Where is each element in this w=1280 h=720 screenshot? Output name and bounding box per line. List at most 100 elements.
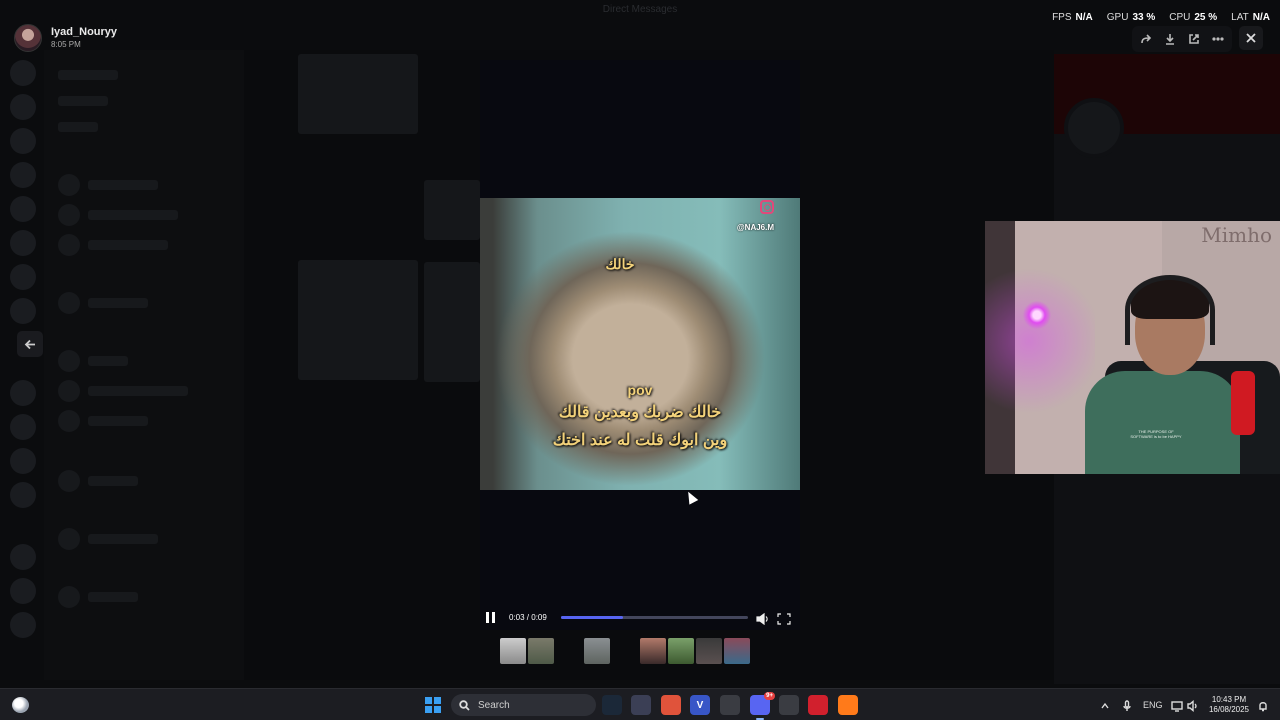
webcam-light-glow: [985, 261, 1095, 421]
chat-media: [424, 262, 480, 382]
open-external-button[interactable]: [1184, 29, 1204, 49]
dm-list-row: [88, 534, 158, 544]
video-progress-fill: [561, 616, 623, 619]
server-icon: [10, 544, 36, 570]
dm-list-row: [58, 122, 98, 132]
webcam-person-body: [1085, 371, 1240, 474]
instagram-icon: [760, 200, 774, 214]
dm-list-row: [88, 298, 148, 308]
show-hidden-icons-icon[interactable]: [1099, 699, 1111, 711]
server-icon: [10, 230, 36, 256]
clock-date: 16/08/2025: [1208, 705, 1250, 714]
input-language[interactable]: ENG: [1143, 689, 1163, 720]
server-icon: [10, 128, 36, 154]
media-uploader: Iyad_Nouryy 8:05 PM: [14, 24, 117, 52]
dm-list: [44, 50, 244, 680]
clock-time: 10:43 PM: [1211, 695, 1247, 704]
video-seek-bar[interactable]: [561, 616, 748, 619]
stat-gpu: GPU 33 %: [1106, 12, 1156, 23]
webcam-lamp: [1023, 301, 1051, 329]
open-external-icon: [1189, 34, 1199, 44]
notification-badge: 9+: [764, 692, 775, 700]
dm-list-row: [88, 386, 188, 396]
vpn-icon[interactable]: V: [690, 695, 710, 715]
discord-icon[interactable]: 9+: [750, 692, 775, 720]
taskbar-clock[interactable]: 10:43 PM 16/08/2025: [1204, 695, 1254, 715]
instagram-handle: @NAJ6.M: [736, 223, 774, 232]
forward-button[interactable]: [1136, 29, 1156, 49]
notification-icon[interactable]: [1257, 699, 1269, 712]
media-thumbnail[interactable]: [640, 638, 666, 664]
dm-list-row: [88, 416, 148, 426]
dm-list-row: [88, 476, 138, 486]
server-icon: [10, 482, 36, 508]
video-caption-line-1: خالك ضربك وبعدين قالك: [558, 404, 722, 421]
more-button[interactable]: [1208, 29, 1228, 49]
steam-icon[interactable]: [602, 695, 622, 715]
capture-icon[interactable]: [631, 695, 651, 715]
media-thumbnail[interactable]: [528, 638, 554, 664]
profile-avatar: [1064, 98, 1124, 158]
dm-avatar: [58, 380, 80, 402]
dm-list-row: [88, 210, 178, 220]
dm-avatar: [58, 292, 80, 314]
chatgpt-icon[interactable]: [720, 695, 740, 715]
arrow-left-icon: [24, 339, 35, 349]
more-icon: [1212, 37, 1224, 41]
firefox-icon[interactable]: [838, 695, 858, 715]
close-viewer-button[interactable]: [1239, 26, 1263, 50]
webcam-overlay: THE PURPOSE OF SOFTWARE is to be HAPPY M…: [985, 221, 1280, 474]
dm-avatar: [58, 350, 80, 372]
dm-avatar: [58, 204, 80, 226]
pause-icon[interactable]: [486, 612, 496, 623]
chat-media: [298, 260, 418, 380]
server-list: [0, 50, 44, 680]
taskbar-search[interactable]: Search: [451, 694, 596, 716]
media-thumbnail[interactable]: [668, 638, 694, 664]
opera-icon[interactable]: [808, 695, 828, 715]
dm-avatar: [58, 234, 80, 256]
headset-icon: [1125, 275, 1215, 345]
avatar: [14, 24, 42, 52]
uploader-name: Iyad_Nouryy: [51, 26, 118, 38]
video-frame[interactable]: @NAJ6.M خالك pov خالك ضربك وبعدين قالك و…: [480, 198, 800, 490]
dm-list-row: [88, 180, 158, 190]
shirt-text: THE PURPOSE OF SOFTWARE is to be HAPPY: [1130, 429, 1182, 439]
network-icon[interactable]: [1171, 699, 1183, 712]
search-icon: [459, 699, 470, 711]
media-thumbnail[interactable]: [584, 638, 610, 664]
dm-list-row: [58, 96, 108, 106]
video-caption-pov: pov: [627, 382, 653, 398]
dm-avatar: [58, 586, 80, 608]
chat-media: [424, 180, 480, 240]
search-placeholder: Search: [478, 699, 510, 711]
webcam-watermark: Mimho: [1201, 223, 1272, 247]
close-icon: [1246, 33, 1256, 43]
chrome-icon[interactable]: [661, 695, 681, 715]
server-icon: [10, 578, 36, 604]
stat-fps: FPS N/A: [1052, 12, 1093, 23]
server-icon: [10, 612, 36, 638]
chat-media: [298, 54, 418, 134]
server-icon: [10, 264, 36, 290]
widgets-icon[interactable]: [12, 697, 29, 713]
upload-time: 8:05 PM: [51, 40, 81, 49]
media-thumbnail[interactable]: [500, 638, 526, 664]
download-icon: [1166, 34, 1174, 45]
server-icon: [10, 380, 36, 406]
video-timecode: 0:03 / 0:09: [509, 613, 547, 622]
previous-media-button[interactable]: [17, 331, 43, 357]
volume-icon[interactable]: [756, 612, 770, 626]
microphone-icon[interactable]: [1121, 699, 1133, 711]
download-button[interactable]: [1160, 29, 1180, 49]
server-icon: [10, 414, 36, 440]
start-button[interactable]: [425, 697, 441, 713]
forward-icon: [1141, 34, 1152, 44]
volume-tray-icon[interactable]: [1187, 699, 1199, 712]
video-controls: 0:03 / 0:09: [480, 608, 800, 628]
media-thumbnail[interactable]: [724, 638, 750, 664]
media-thumbnail[interactable]: [696, 638, 722, 664]
fullscreen-icon[interactable]: [777, 612, 791, 625]
settings-app-icon[interactable]: [779, 695, 799, 715]
microphone: [1231, 371, 1255, 435]
